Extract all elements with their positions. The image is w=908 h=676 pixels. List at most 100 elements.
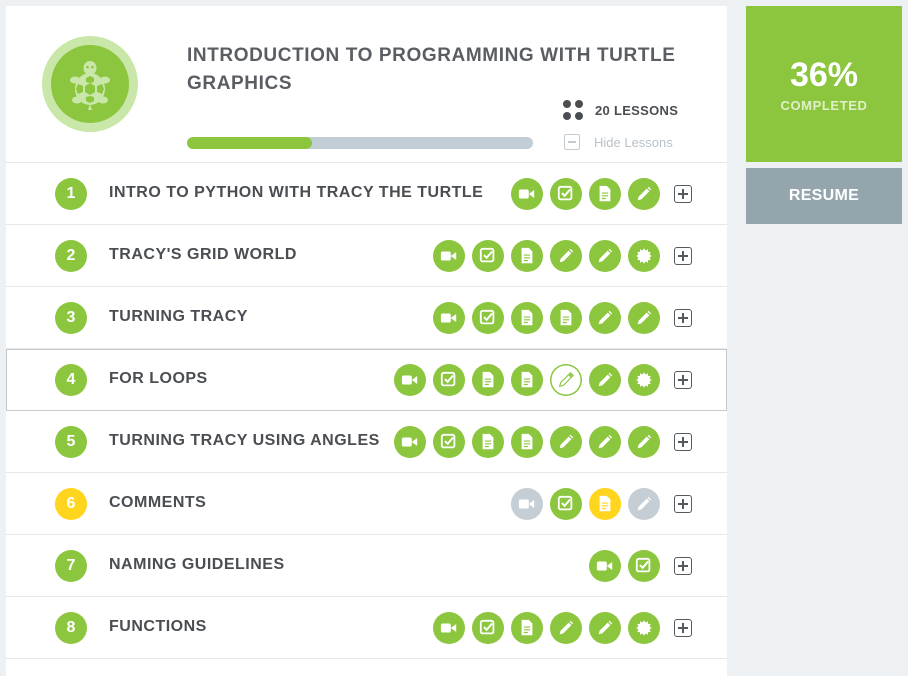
quiz-check-icon[interactable] [433, 426, 465, 458]
pencil-icon[interactable] [550, 364, 582, 396]
quiz-check-icon[interactable] [433, 364, 465, 396]
lesson-activity-icons [426, 612, 692, 644]
lesson-row[interactable]: 7 NAMING GUIDELINES [6, 535, 727, 597]
document-icon[interactable] [472, 364, 504, 396]
expand-lesson-icon[interactable] [674, 247, 692, 265]
document-icon[interactable] [511, 240, 543, 272]
pencil-icon[interactable] [628, 426, 660, 458]
video-icon[interactable] [511, 488, 543, 520]
lesson-activity-icons [387, 426, 692, 458]
video-icon[interactable] [394, 426, 426, 458]
document-icon[interactable] [589, 488, 621, 520]
document-icon[interactable] [550, 302, 582, 334]
pencil-icon[interactable] [628, 488, 660, 520]
lesson-number-badge: 6 [55, 488, 87, 520]
lesson-activity-icons [426, 302, 692, 334]
quiz-check-icon[interactable] [628, 550, 660, 582]
quiz-check-icon[interactable] [550, 178, 582, 210]
badge-icon[interactable] [628, 612, 660, 644]
lesson-title[interactable]: TRACY'S GRID WORLD [109, 246, 297, 264]
expand-lesson-icon[interactable] [674, 433, 692, 451]
lesson-title[interactable]: NAMING GUIDELINES [109, 556, 285, 574]
pencil-icon[interactable] [628, 302, 660, 334]
lesson-row[interactable]: 8 FUNCTIONS [6, 597, 727, 659]
video-icon[interactable] [433, 240, 465, 272]
quiz-check-icon[interactable] [472, 240, 504, 272]
pencil-icon[interactable] [589, 240, 621, 272]
lesson-row[interactable]: 5 TURNING TRACY USING ANGLES [6, 411, 727, 473]
quiz-check-icon[interactable] [550, 488, 582, 520]
lesson-number-badge: 2 [55, 240, 87, 272]
lesson-number-badge: 1 [55, 178, 87, 210]
course-logo [42, 36, 138, 132]
lesson-title[interactable]: COMMENTS [109, 494, 206, 512]
lesson-list: 1 INTRO TO PYTHON WITH TRACY THE TURTLE 2 T… [6, 163, 727, 659]
video-icon[interactable] [394, 364, 426, 396]
hide-lessons-toggle[interactable]: Hide Lessons [564, 134, 673, 150]
turtle-icon [70, 61, 110, 110]
completion-percent: 36% [789, 55, 859, 94]
video-icon[interactable] [433, 302, 465, 334]
badge-icon[interactable] [628, 240, 660, 272]
pencil-icon[interactable] [550, 426, 582, 458]
quiz-check-icon[interactable] [472, 302, 504, 334]
lesson-title[interactable]: FUNCTIONS [109, 618, 207, 636]
lessons-count-label: 20 LESSONS [595, 102, 679, 118]
lesson-row[interactable]: 1 INTRO TO PYTHON WITH TRACY THE TURTLE [6, 163, 727, 225]
collapse-icon [564, 134, 580, 150]
document-icon[interactable] [511, 364, 543, 396]
lesson-number-badge: 4 [55, 364, 87, 396]
resume-button[interactable]: RESUME [746, 168, 902, 224]
lesson-number-badge: 5 [55, 426, 87, 458]
pencil-icon[interactable] [550, 612, 582, 644]
course-progress-fill [187, 137, 312, 149]
pencil-icon[interactable] [589, 302, 621, 334]
course-header: INTRODUCTION TO PROGRAMMING WITH TURTLE … [6, 6, 727, 163]
lesson-activity-icons [426, 240, 692, 272]
expand-lesson-icon[interactable] [674, 371, 692, 389]
course-card: INTRODUCTION TO PROGRAMMING WITH TURTLE … [6, 6, 727, 676]
lesson-title[interactable]: TURNING TRACY USING ANGLES [109, 432, 380, 450]
video-icon[interactable] [511, 178, 543, 210]
pencil-icon[interactable] [589, 364, 621, 396]
lesson-number-badge: 3 [55, 302, 87, 334]
expand-lesson-icon[interactable] [674, 185, 692, 203]
expand-lesson-icon[interactable] [674, 495, 692, 513]
course-title: INTRODUCTION TO PROGRAMMING WITH TURTLE … [187, 45, 676, 94]
expand-lesson-icon[interactable] [674, 557, 692, 575]
lesson-title[interactable]: INTRO TO PYTHON WITH TRACY THE TURTLE [109, 184, 483, 202]
pencil-icon[interactable] [628, 178, 660, 210]
document-icon[interactable] [511, 426, 543, 458]
lesson-row[interactable]: 6 COMMENTS [6, 473, 727, 535]
lesson-number-badge: 8 [55, 612, 87, 644]
lesson-activity-icons [582, 550, 692, 582]
lesson-row[interactable]: 4 FOR LOOPS [6, 349, 727, 411]
grid-dots-icon [563, 100, 583, 120]
lesson-title[interactable]: FOR LOOPS [109, 370, 208, 388]
pencil-icon[interactable] [589, 612, 621, 644]
pencil-icon[interactable] [550, 240, 582, 272]
document-icon[interactable] [589, 178, 621, 210]
quiz-check-icon[interactable] [472, 612, 504, 644]
document-icon[interactable] [511, 612, 543, 644]
lesson-activity-icons [504, 178, 692, 210]
expand-lesson-icon[interactable] [674, 309, 692, 327]
expand-lesson-icon[interactable] [674, 619, 692, 637]
lessons-count: 20 LESSONS [563, 100, 678, 120]
completion-label: COMPLETED [780, 97, 868, 113]
lesson-activity-icons [387, 364, 692, 396]
video-icon[interactable] [589, 550, 621, 582]
lesson-number-badge: 7 [55, 550, 87, 582]
lesson-row[interactable]: 3 TURNING TRACY [6, 287, 727, 349]
pencil-icon[interactable] [589, 426, 621, 458]
document-icon[interactable] [511, 302, 543, 334]
lesson-activity-icons [504, 488, 692, 520]
hide-lessons-label: Hide Lessons [594, 134, 673, 150]
video-icon[interactable] [433, 612, 465, 644]
completion-panel: 36% COMPLETED [746, 6, 902, 162]
badge-icon[interactable] [628, 364, 660, 396]
course-progress-bar [187, 137, 533, 149]
lesson-title[interactable]: TURNING TRACY [109, 308, 248, 326]
lesson-row[interactable]: 2 TRACY'S GRID WORLD [6, 225, 727, 287]
document-icon[interactable] [472, 426, 504, 458]
